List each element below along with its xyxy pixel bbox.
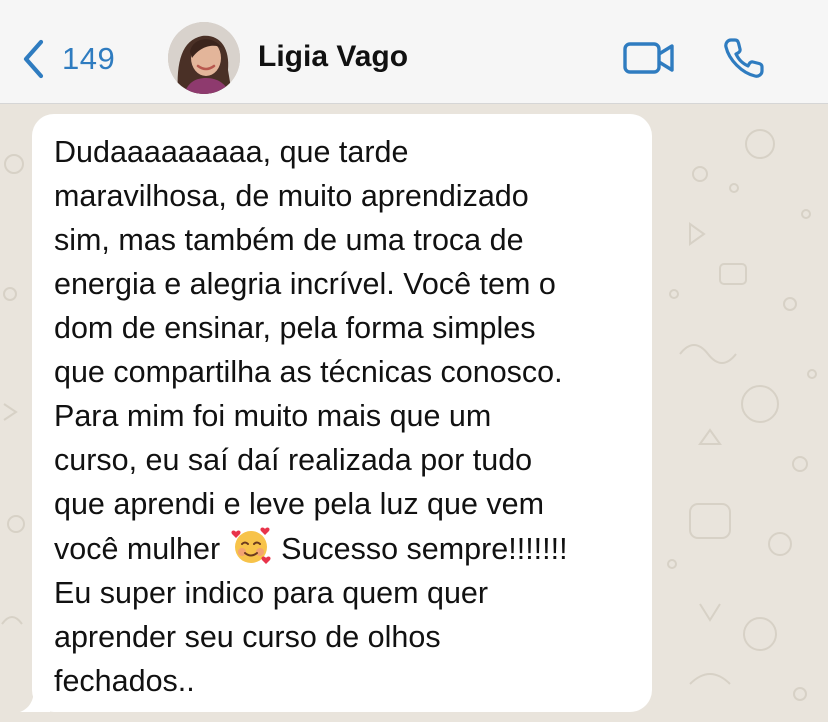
message-bubble[interactable]: Dudaaaaaaaaa, que tarde maravilhosa, de … [32,114,652,712]
chevron-left-icon [23,39,44,79]
video-camera-icon [623,42,674,74]
voice-call-button[interactable] [722,36,768,85]
contact-name[interactable]: Ligia Vago [258,40,408,74]
avatar[interactable] [168,22,240,94]
back-button[interactable]: 149 [22,34,115,84]
unread-count: 149 [62,41,116,76]
chat-header: 149 Ligia Vago [0,0,828,104]
phone-icon [724,38,764,78]
video-call-button[interactable] [622,38,676,83]
message-text: Dudaaaaaaaaa, que tarde maravilhosa, de … [54,130,634,703]
smiling-face-with-hearts-icon [231,527,271,564]
message-text-part-1: Dudaaaaaaaaa, que tarde maravilhosa, de … [54,135,563,566]
